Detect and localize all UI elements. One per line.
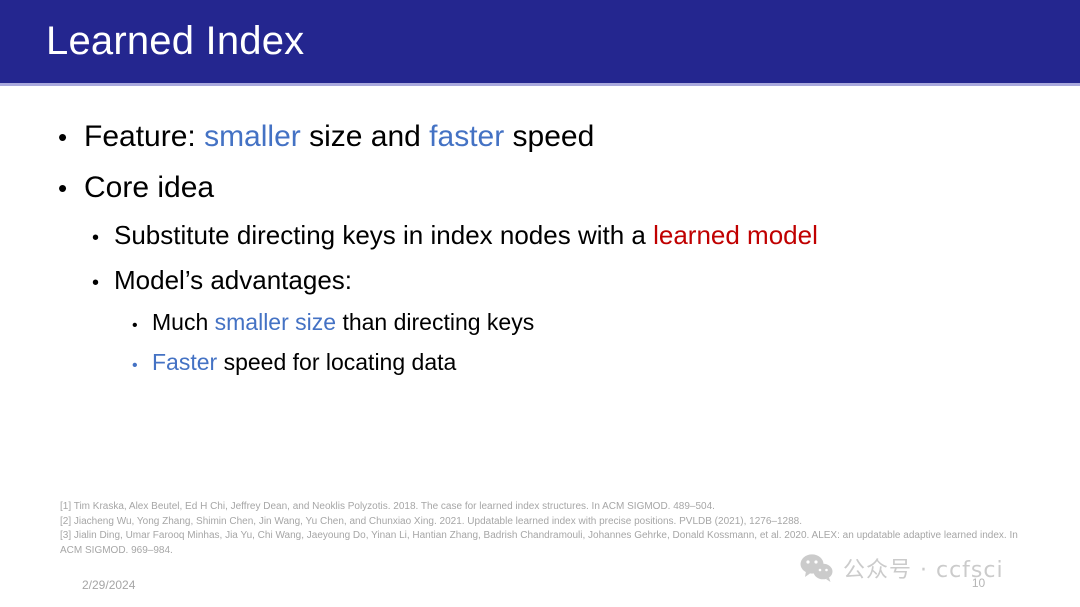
- bullet-core-idea-text: Core idea: [84, 171, 215, 204]
- bullet-faster-speed: • Faster speed for locating data: [0, 344, 1080, 384]
- wechat-watermark-text: 公众号 · ccfsci: [843, 558, 1004, 583]
- bullet-marker: •: [92, 227, 100, 249]
- feature-prefix: Feature:: [84, 120, 205, 153]
- bullet-substitute: • Substitute directing keys in index nod…: [0, 214, 1080, 259]
- header-divider: [0, 83, 1080, 86]
- wechat-watermark: 公众号 · ccfsci: [800, 552, 1004, 584]
- feature-suffix: speed: [504, 120, 595, 153]
- feature-keyword-faster: faster: [429, 120, 505, 153]
- substitute-prefix: Substitute directing keys in index nodes…: [114, 220, 654, 250]
- reference-2: [2] Jiacheng Wu, Yong Zhang, Shimin Chen…: [60, 515, 802, 527]
- bullet-feature: • Feature: smaller size and faster speed: [0, 112, 1080, 162]
- bullet-feature-text: Feature: smaller size and faster speed: [84, 112, 594, 161]
- bullet-marker: •: [58, 122, 68, 152]
- slide-body: • Feature: smaller size and faster speed…: [0, 112, 1080, 384]
- bullet-advantages: • Model’s advantages:: [0, 259, 1080, 304]
- much-smaller-prefix: Much: [152, 309, 215, 335]
- bullet-much-smaller: • Much smaller size than directing keys: [0, 304, 1080, 344]
- bullet-marker: •: [132, 317, 138, 334]
- bullet-substitute-text: Substitute directing keys in index nodes…: [114, 214, 818, 256]
- feature-mid: size and: [300, 120, 430, 153]
- bullet-advantages-text: Model’s advantages:: [114, 265, 353, 295]
- substitute-keyword-learned-model: learned model: [653, 220, 818, 250]
- bullet-marker: •: [92, 272, 100, 294]
- feature-keyword-smaller: smaller: [204, 120, 301, 153]
- much-smaller-keyword: smaller size: [214, 309, 337, 335]
- references-block: [1] Tim Kraska, Alex Beutel, Ed H Chi, J…: [60, 500, 1040, 558]
- much-smaller-suffix: than directing keys: [336, 309, 535, 335]
- bullet-marker: •: [132, 357, 138, 374]
- faster-speed-suffix: speed for locating data: [217, 349, 457, 375]
- reference-1: [1] Tim Kraska, Alex Beutel, Ed H Chi, J…: [60, 501, 715, 512]
- bullet-faster-speed-text: Faster speed for locating data: [152, 344, 456, 381]
- bullet-much-smaller-text: Much smaller size than directing keys: [152, 304, 534, 341]
- bullet-marker: •: [58, 173, 68, 203]
- bullet-core-idea: • Core idea: [0, 163, 1080, 213]
- faster-speed-keyword: Faster: [152, 349, 218, 375]
- page-title: Learned Index: [46, 19, 305, 63]
- slide: Learned Index • Feature: smaller size an…: [0, 0, 1080, 607]
- wechat-icon: [800, 553, 834, 583]
